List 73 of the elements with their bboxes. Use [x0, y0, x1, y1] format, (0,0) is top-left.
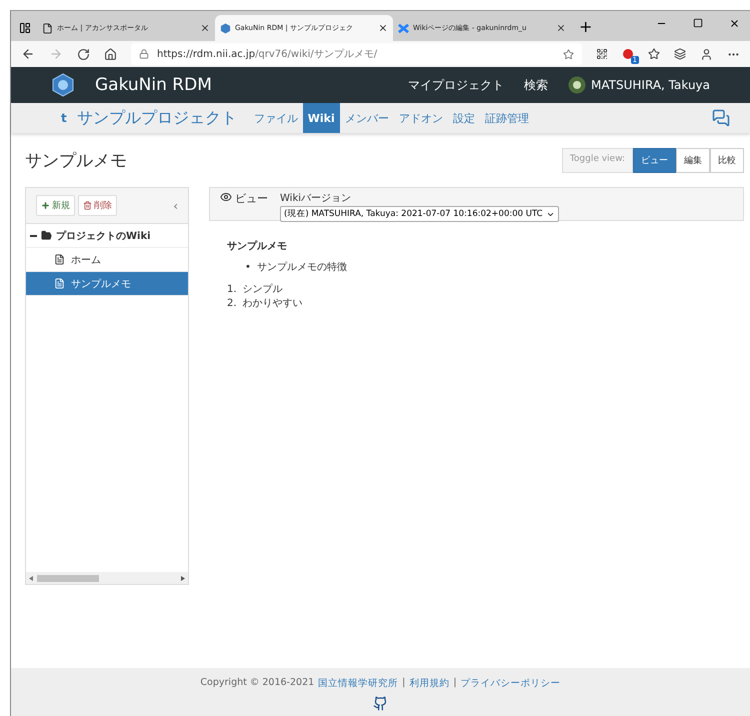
project-nav-tab[interactable]: メンバー — [340, 103, 394, 133]
copyright-text: Copyright © 2016-2021 — [200, 677, 314, 690]
profile-icon[interactable] — [700, 48, 713, 60]
list-number: 2. — [227, 297, 237, 311]
scroll-left-icon[interactable] — [29, 576, 33, 580]
project-nav-tab[interactable]: アドオン — [394, 103, 448, 133]
qr-code-icon[interactable] — [596, 48, 608, 60]
project-icon: t — [61, 111, 67, 125]
home-icon[interactable] — [104, 48, 117, 60]
toggle-view-button[interactable]: 編集 — [676, 148, 710, 172]
collapse-button[interactable]: ‹ — [173, 198, 178, 212]
page-icon — [42, 22, 53, 34]
project-nav-tab[interactable]: 設定 — [448, 103, 480, 133]
toggle-view-button[interactable]: 比較 — [710, 148, 744, 172]
back-icon[interactable] — [21, 47, 35, 61]
version-label: Wikiバージョン — [280, 192, 352, 205]
content-heading: サンプルメモ — [227, 239, 288, 253]
tab-actions-icon[interactable] — [19, 22, 31, 34]
delete-button[interactable]: 削除 — [78, 195, 117, 216]
close-icon[interactable] — [556, 23, 566, 33]
favorites-icon[interactable] — [648, 48, 660, 60]
plus-icon — [41, 201, 50, 210]
project-nav-tab[interactable]: 証跡管理 — [480, 103, 534, 133]
scroll-right-icon[interactable] — [181, 576, 185, 580]
brand-name[interactable]: GakuNin RDM — [95, 75, 212, 95]
user-avatar-icon[interactable] — [568, 76, 586, 94]
page-icon — [54, 254, 65, 265]
page-icon — [54, 278, 65, 289]
wiki-page-item[interactable]: サンプルメモ — [26, 272, 188, 296]
comments-icon[interactable] — [712, 109, 730, 127]
trash-icon — [83, 201, 92, 210]
url-text: https://rdm.nii.ac.jp/qrv76/wiki/サンプルメモ/ — [157, 48, 378, 61]
lock-icon — [139, 49, 149, 59]
address-bar[interactable]: https://rdm.nii.ac.jp/qrv76/wiki/サンプルメモ/ — [131, 43, 582, 65]
numbered-item: シンプル — [242, 283, 283, 297]
github-icon[interactable] — [373, 696, 388, 711]
cross-logo-icon — [398, 22, 409, 34]
separator: | — [402, 677, 406, 690]
nav-link[interactable]: 検索 — [524, 76, 548, 94]
page-title: サンプルメモ — [25, 150, 127, 172]
view-label: ビュー — [220, 191, 268, 217]
bullet-marker: • — [245, 261, 251, 275]
project-nav-tab[interactable]: Wiki — [302, 103, 340, 133]
close-icon[interactable] — [378, 23, 388, 33]
bullet-item: サンプルメモの特徴 — [256, 261, 347, 275]
separator: | — [453, 677, 457, 690]
nav-link[interactable]: マイプロジェクト — [408, 76, 504, 94]
project-nav-tab[interactable]: ファイル — [248, 103, 303, 133]
footer-link[interactable]: プライバシーポリシー — [460, 677, 561, 690]
version-select[interactable]: (現在) MATSUHIRA, Takuya: 2021-07-07 10:16:02+00:00 UTC — [280, 206, 559, 222]
footer-link[interactable]: 利用規約 — [409, 677, 450, 690]
user-name[interactable]: MATSUHIRA, Takuya — [591, 78, 710, 92]
footer-link[interactable]: 国立情報学研究所 — [318, 677, 398, 690]
eye-icon — [220, 191, 232, 203]
close-icon[interactable] — [200, 23, 210, 33]
collections-icon[interactable] — [674, 48, 686, 60]
logo-icon — [220, 22, 231, 34]
maximize-icon[interactable] — [693, 18, 703, 28]
new-button[interactable]: 新規 — [36, 195, 75, 216]
logo-icon — [51, 73, 75, 97]
toggle-view-button[interactable]: ビュー — [633, 148, 676, 172]
close-icon[interactable] — [729, 18, 740, 29]
new-tab-button[interactable]: + — [579, 17, 592, 36]
project-title[interactable]: サンプルプロジェクト — [76, 108, 237, 128]
numbered-item: わかりやすい — [242, 297, 303, 311]
toggle-view-label: Toggle view: — [562, 148, 633, 172]
list-number: 1. — [227, 283, 237, 297]
reload-icon[interactable] — [77, 48, 90, 60]
horizontal-scrollbar[interactable] — [26, 572, 188, 584]
tree-root-label: プロジェクトのWiki — [56, 229, 151, 242]
folder-icon — [41, 230, 52, 241]
extension-icon[interactable] — [622, 48, 634, 60]
favorite-icon[interactable] — [563, 48, 574, 60]
